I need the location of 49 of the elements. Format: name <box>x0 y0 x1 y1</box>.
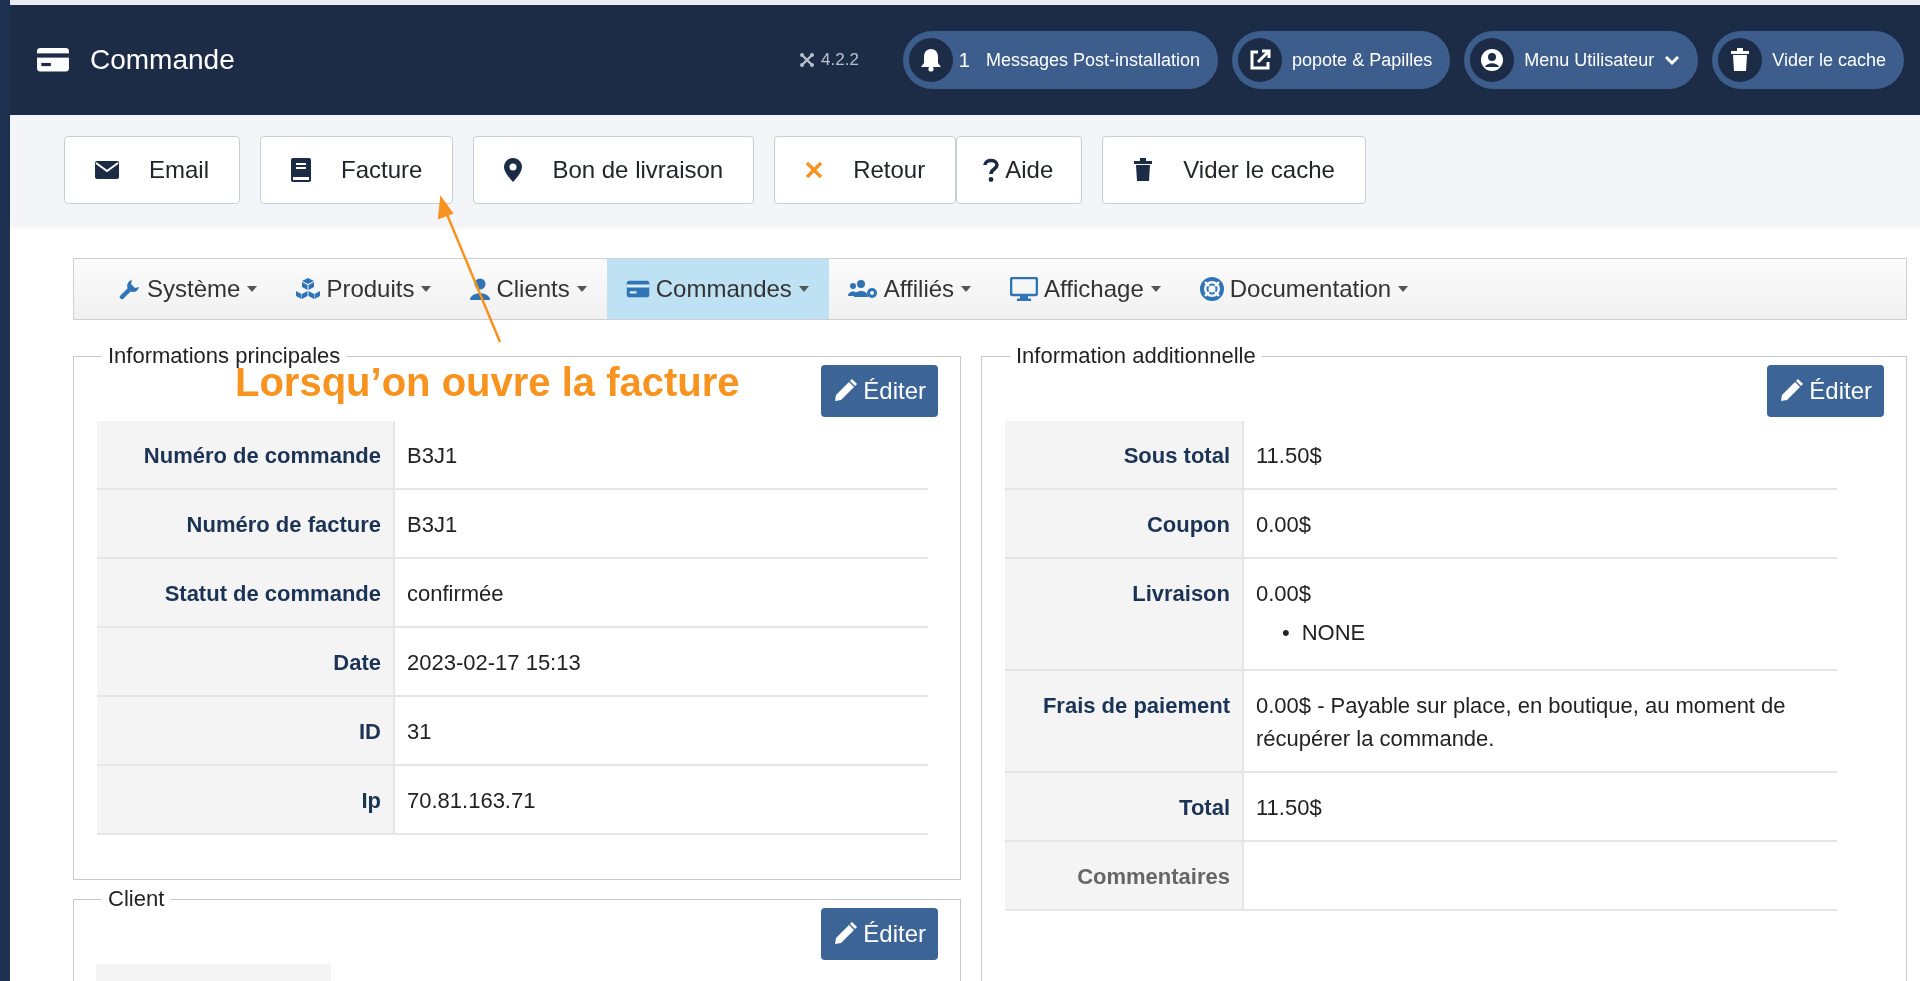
page-title: Commande <box>90 43 235 77</box>
field-label: Numéro de facture <box>97 489 394 558</box>
field-label: Date <box>97 627 394 696</box>
field-label: Total <box>1005 772 1243 841</box>
toolbar-button[interactable]: Email <box>64 136 240 204</box>
field-value: B3J1 <box>407 443 458 468</box>
edit-button[interactable]: Éditer <box>821 908 938 960</box>
menu-item[interactable]: Affiliés <box>828 259 992 319</box>
toolbar-button[interactable]: Facture <box>260 136 454 204</box>
field-label: Sous total <box>1005 421 1243 489</box>
field-label: Frais de paiement <box>1005 670 1243 772</box>
toolbar-button[interactable]: Bon de livraison <box>473 136 755 204</box>
clear-cache-button[interactable]: Vider le cache <box>1712 31 1904 89</box>
site-link[interactable]: popote & Papilles <box>1232 31 1451 89</box>
field-label: Commentaires <box>1005 841 1243 910</box>
field-value: 2023-02-17 15:13 <box>407 650 581 675</box>
field-value: 0.00$ <box>1256 580 1313 608</box>
panel-legend: Information additionnelle <box>1010 345 1262 367</box>
field-value: B3J1 <box>407 512 458 537</box>
menu-item[interactable]: Documentation <box>1180 259 1429 319</box>
toolbar-button[interactable]: Vider le cache <box>1102 136 1366 204</box>
list-item: NONE <box>1301 619 1366 647</box>
panel-legend: Client <box>102 888 171 910</box>
edit-button[interactable]: Éditer <box>1767 365 1884 417</box>
field-value: 31 <box>407 719 432 744</box>
bullet-mark: • <box>1282 619 1290 647</box>
toolbar-button[interactable]: Aide <box>956 136 1083 204</box>
messages-button[interactable]: 1 Messages Post-installation <box>902 31 1219 89</box>
user-menu-button[interactable]: Menu Utilisateur <box>1464 31 1699 89</box>
field-value: 0.00$ - Payable sur place, en boutique, au moment de récupérer la commande. <box>1256 693 1786 751</box>
field-value: 11.50$ <box>1256 443 1322 468</box>
version-label: 4.2.2 <box>821 49 859 72</box>
field-label: Numéro de commande <box>97 421 394 489</box>
field-value: 70.81.163.71 <box>407 788 536 813</box>
menu-item[interactable]: Système <box>100 259 278 319</box>
field-label: Coupon <box>1005 489 1243 558</box>
menu-item[interactable]: Produits <box>277 259 452 319</box>
menu-item[interactable]: Commandes <box>606 259 829 319</box>
field-value: 0.00$ <box>1256 512 1312 537</box>
edit-button[interactable]: Éditer <box>821 365 938 417</box>
field-value: 11.50$ <box>1256 795 1322 820</box>
menu-item[interactable]: Affichage <box>991 259 1181 319</box>
field-label: Livraison <box>1005 558 1243 670</box>
toolbar-button[interactable]: Retour <box>774 136 957 204</box>
menu-item[interactable]: Clients <box>451 259 607 319</box>
field-label: Statut de commande <box>97 558 394 627</box>
field-value: confirmée <box>407 581 504 606</box>
field-label: ID <box>97 696 394 765</box>
field-label: Ip <box>97 765 394 834</box>
